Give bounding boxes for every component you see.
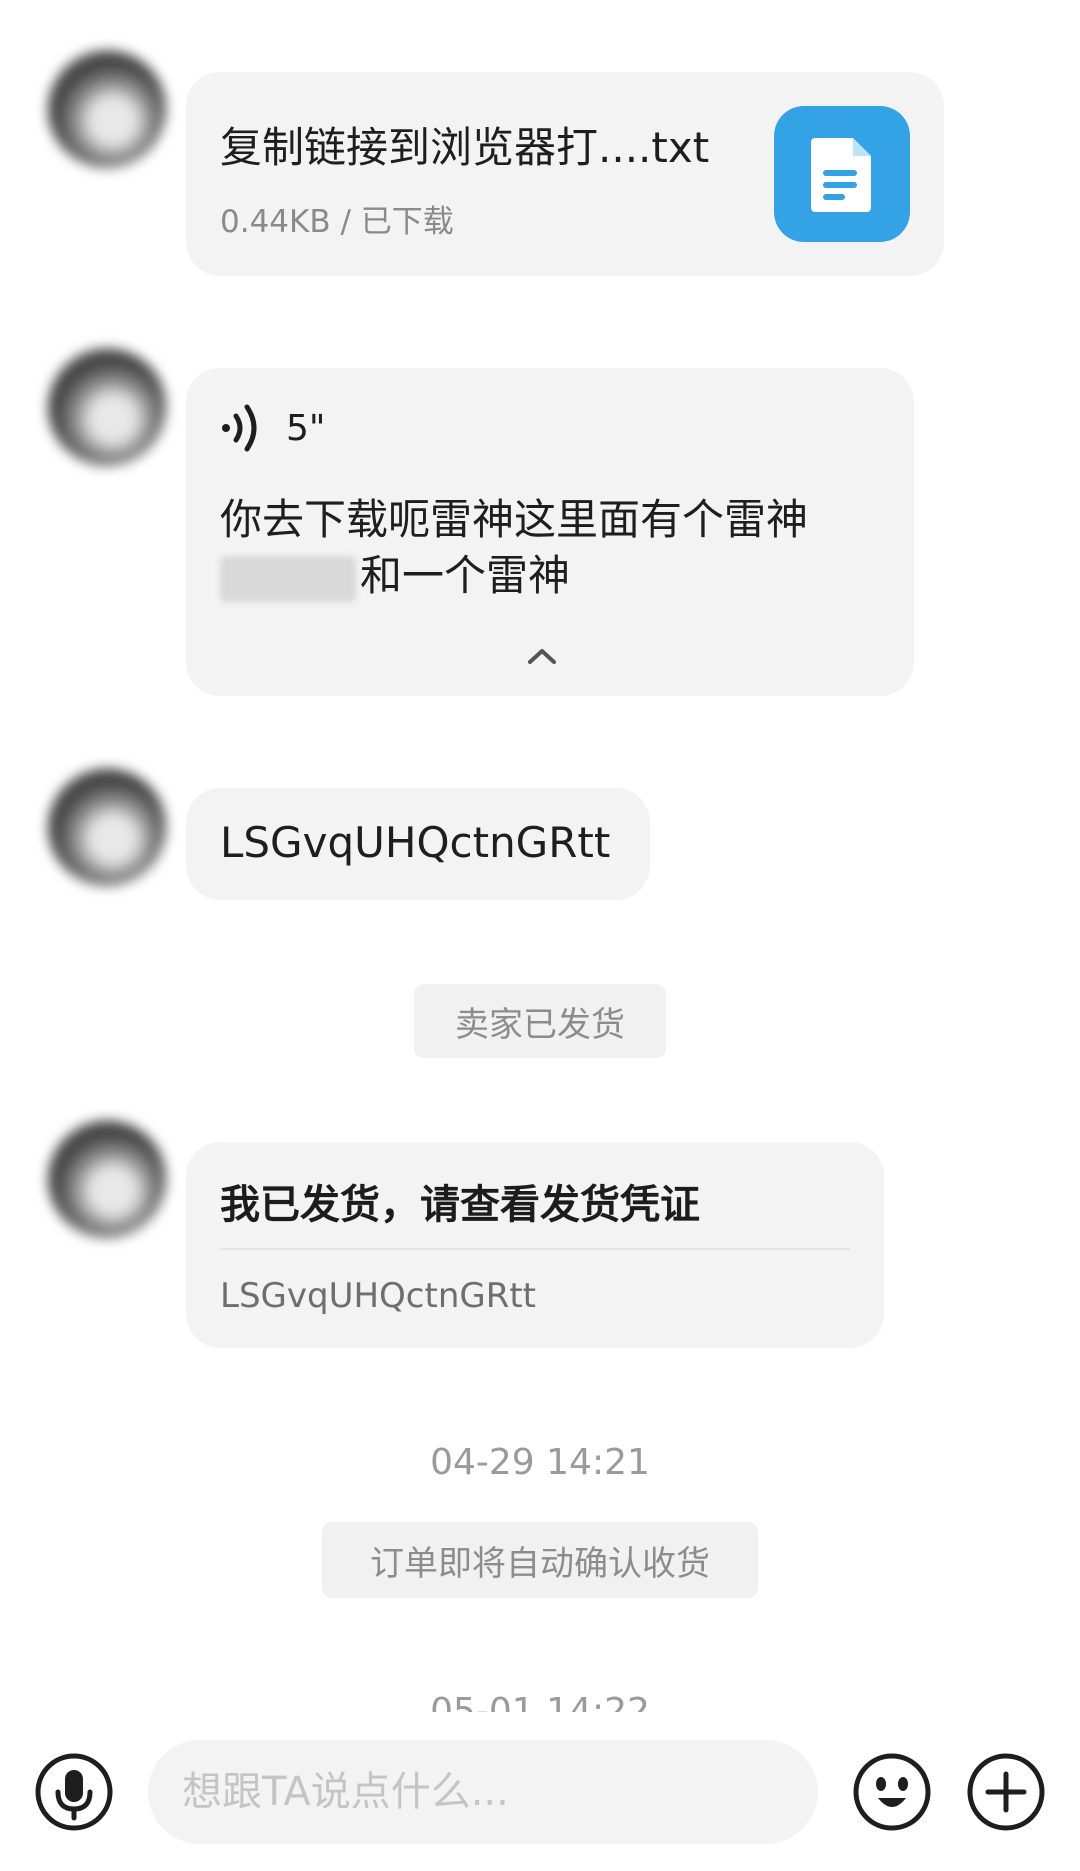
voice-transcript-line2: 和一个雷神 xyxy=(360,551,571,600)
microphone-icon[interactable] xyxy=(34,1752,114,1832)
file-name: 复制链接到浏览器打....txt xyxy=(220,123,710,172)
voice-duration: 5" xyxy=(286,407,326,449)
voice-transcript-line1: 你去下载呃雷神这里面有个雷神 xyxy=(220,495,809,544)
file-meta: 0.44KB / 已下载 xyxy=(220,204,454,240)
document-icon xyxy=(774,106,910,242)
blurred-text xyxy=(220,555,356,602)
voice-transcript: 你去下载呃雷神这里面有个雷神 和一个雷神 xyxy=(220,492,880,604)
shipping-proof-card[interactable]: 我已发货，请查看发货凭证 LSGvqUHQctnGRtt xyxy=(186,1142,884,1348)
avatar[interactable] xyxy=(48,768,166,886)
voice-play-row[interactable]: 5" xyxy=(220,402,325,454)
system-notice-shipped: 卖家已发货 xyxy=(414,984,666,1058)
message-input[interactable] xyxy=(148,1740,818,1844)
message-text: LSGvqUHQctnGRtt xyxy=(220,818,611,867)
card-title: 我已发货，请查看发货凭证 xyxy=(220,1182,700,1228)
card-code: LSGvqUHQctnGRtt xyxy=(220,1276,536,1316)
timestamp: 04-29 14:21 xyxy=(430,1442,650,1483)
message-input-field[interactable] xyxy=(148,1740,818,1844)
system-notice-auto-confirm: 订单即将自动确认收货 xyxy=(322,1522,758,1598)
divider xyxy=(220,1248,850,1250)
avatar[interactable] xyxy=(48,50,166,168)
input-bar xyxy=(0,1724,1080,1871)
voice-wave-icon xyxy=(222,404,257,452)
file-message-bubble[interactable]: 复制链接到浏览器打....txt 0.44KB / 已下载 xyxy=(186,72,944,276)
text-message-bubble[interactable]: LSGvqUHQctnGRtt xyxy=(186,788,650,900)
plus-icon[interactable] xyxy=(966,1752,1046,1832)
avatar[interactable] xyxy=(48,1120,166,1238)
voice-message-bubble[interactable]: 5" 你去下载呃雷神这里面有个雷神 和一个雷神 xyxy=(186,368,914,696)
timestamp: 05-01 14:22 xyxy=(430,1691,650,1712)
emoji-icon[interactable] xyxy=(852,1752,932,1832)
avatar[interactable] xyxy=(48,348,166,466)
collapse-chevron-icon[interactable] xyxy=(526,646,558,670)
